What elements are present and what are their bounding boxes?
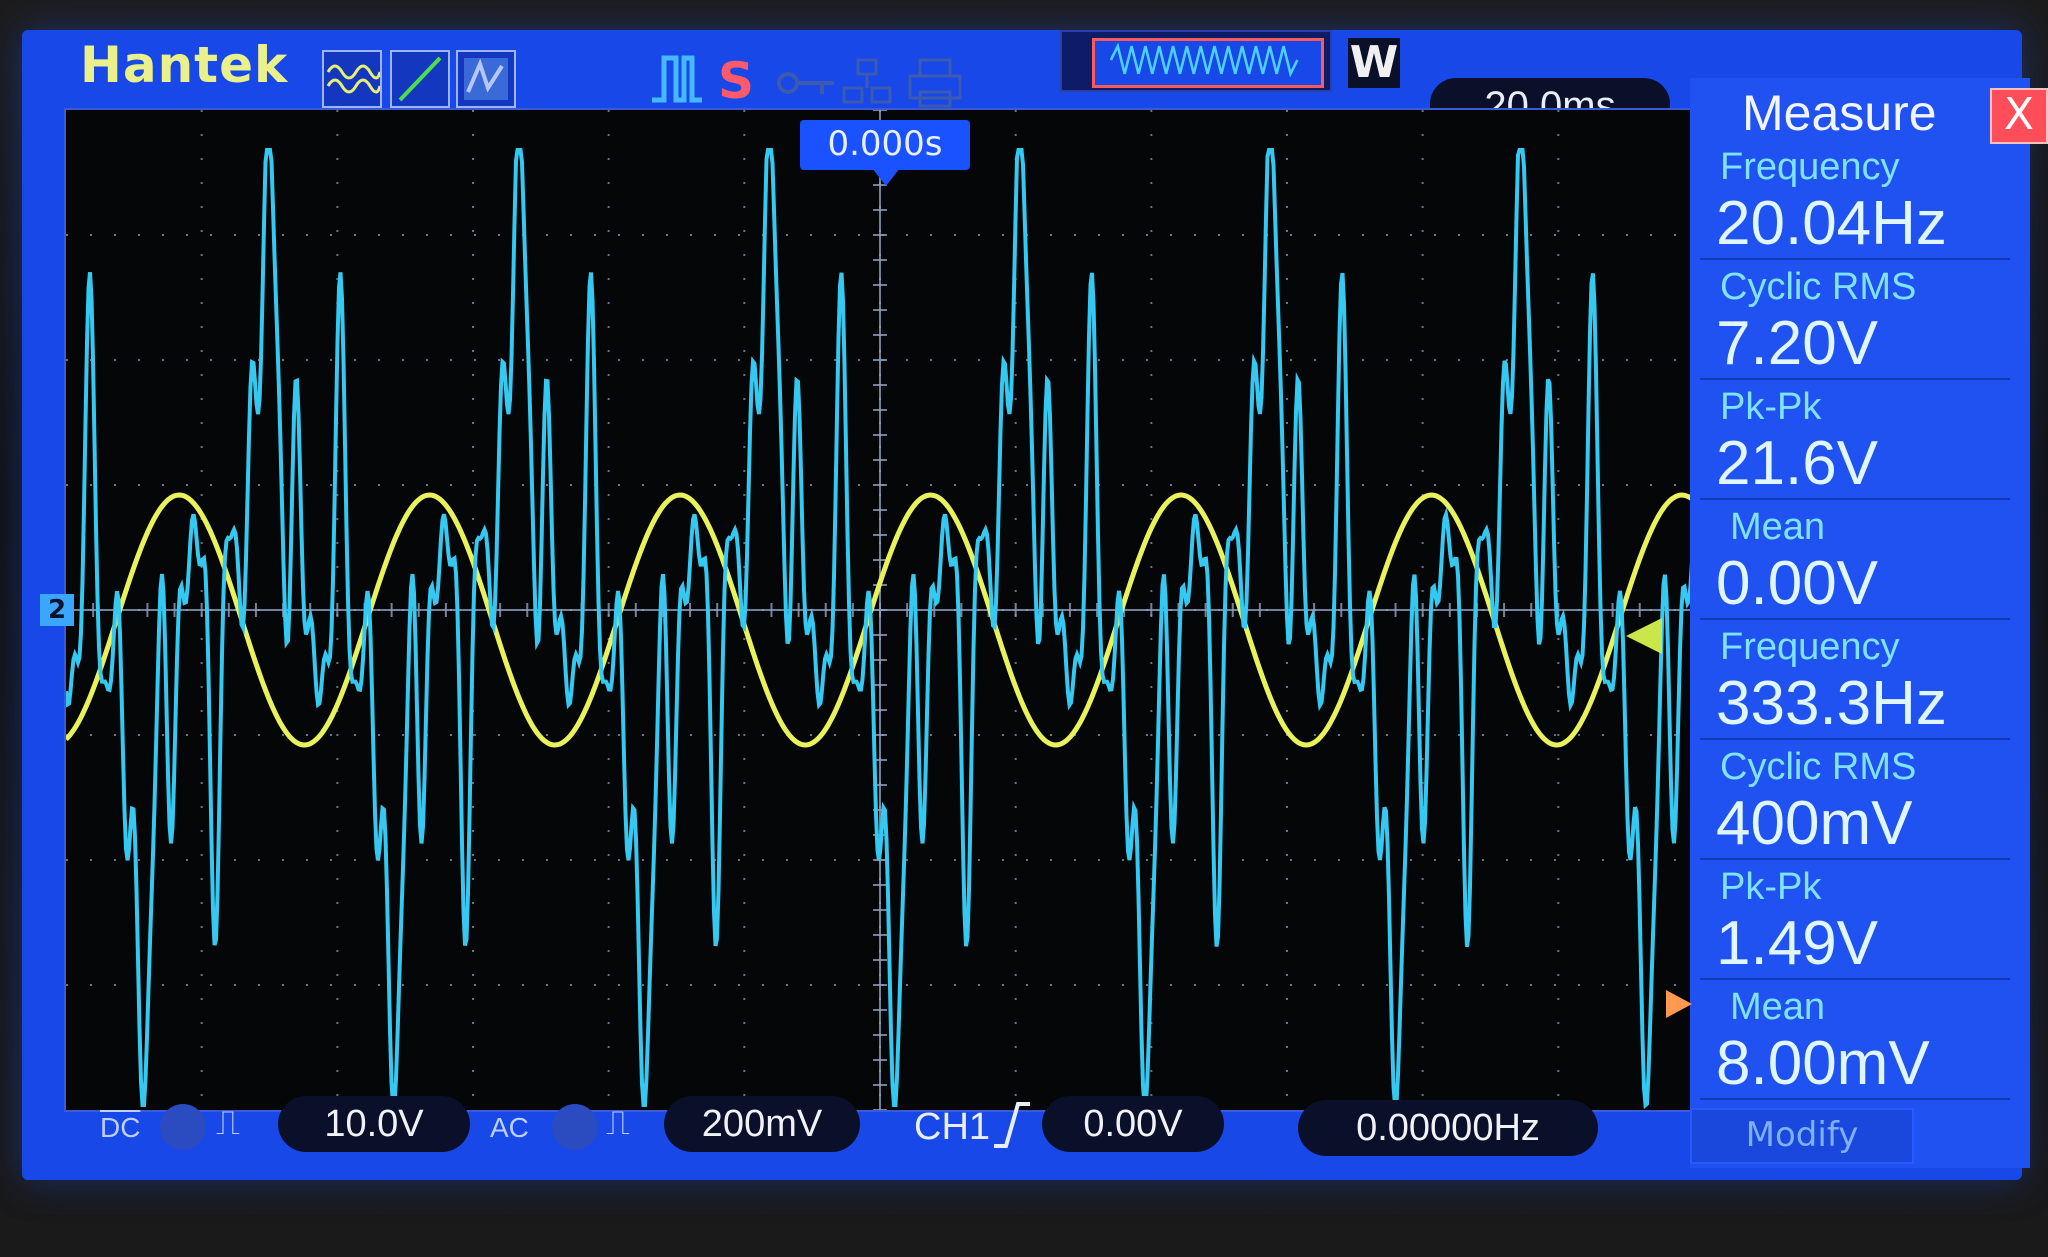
brand-logo: Hantek (80, 36, 289, 94)
measure-divider (1700, 858, 2010, 860)
measure-value: 8.00mV (1716, 1029, 1930, 1098)
measure-divider (1700, 1098, 2010, 1100)
measure-divider (1700, 978, 2010, 980)
measure-value: 333.3Hz (1716, 669, 1947, 738)
measure-value: 7.20V (1716, 309, 1879, 378)
ch2-invert-icon: ⎍ (606, 1104, 630, 1142)
ch2-coupling-icon[interactable]: AC (490, 1112, 529, 1144)
network-icon (842, 58, 892, 108)
measure-value: 20.04Hz (1716, 189, 1947, 258)
measure-label: Mean (1730, 986, 1826, 1028)
memory-window-icon (1092, 38, 1324, 88)
measure-value: 1.49V (1716, 909, 1879, 978)
measure-label: Frequency (1720, 626, 1900, 668)
close-button[interactable]: X (1990, 88, 2048, 144)
measure-value: 21.6V (1716, 429, 1879, 498)
ch1-bw-limit-icon (160, 1104, 206, 1150)
waveform-icon[interactable] (322, 50, 382, 108)
slope-icon[interactable] (390, 50, 450, 108)
window-mode-button[interactable]: W (1348, 38, 1400, 88)
measure-value: 0.00V (1716, 549, 1879, 618)
measure-label: Pk-Pk (1720, 386, 1822, 428)
fft-icon[interactable] (456, 50, 516, 108)
measure-label: Cyclic RMS (1720, 746, 1917, 788)
trigger-position-marker[interactable]: 0.000s (800, 120, 970, 186)
trigger-level-readout[interactable]: 0.00V (1042, 1096, 1224, 1152)
rising-edge-icon (992, 1100, 1032, 1150)
measure-value: 400mV (1716, 789, 1913, 858)
ch2-volts-div[interactable]: 200mV (664, 1096, 860, 1152)
trigger-source-label[interactable]: CH1 (914, 1106, 990, 1149)
measure-divider (1700, 618, 2010, 620)
measure-label: Cyclic RMS (1720, 266, 1917, 308)
selected-item-arrow-icon (1666, 990, 1692, 1018)
ch2-bw-limit-icon (552, 1104, 598, 1150)
pulse-trigger-icon[interactable] (648, 50, 704, 106)
status-s-icon: S (718, 52, 755, 110)
measure-label: Frequency (1720, 146, 1900, 188)
trigger-frequency-readout: 0.00000Hz (1298, 1100, 1598, 1156)
measure-divider (1700, 738, 2010, 740)
trigger-level-marker[interactable] (1626, 618, 1662, 654)
measure-title: Measure (1742, 85, 1937, 141)
channel2-level-marker[interactable]: 2 (40, 594, 74, 626)
measure-divider (1700, 498, 2010, 500)
waveform-display[interactable] (64, 108, 1696, 1112)
measure-divider (1700, 258, 2010, 260)
ch1-coupling-icon[interactable]: DC (100, 1112, 140, 1144)
key-icon (776, 68, 836, 98)
printer-icon (908, 58, 962, 108)
ch1-volts-div[interactable]: 10.0V (278, 1096, 470, 1152)
modify-button[interactable]: Modify (1690, 1108, 1914, 1164)
measure-label: Pk-Pk (1720, 866, 1822, 908)
measure-divider (1700, 378, 2010, 380)
waveform-graticule (64, 109, 1696, 1111)
ch1-invert-icon: ⎍ (216, 1104, 240, 1142)
timebase-window-indicator[interactable] (1060, 30, 1332, 92)
measure-label: Mean (1730, 506, 1826, 548)
